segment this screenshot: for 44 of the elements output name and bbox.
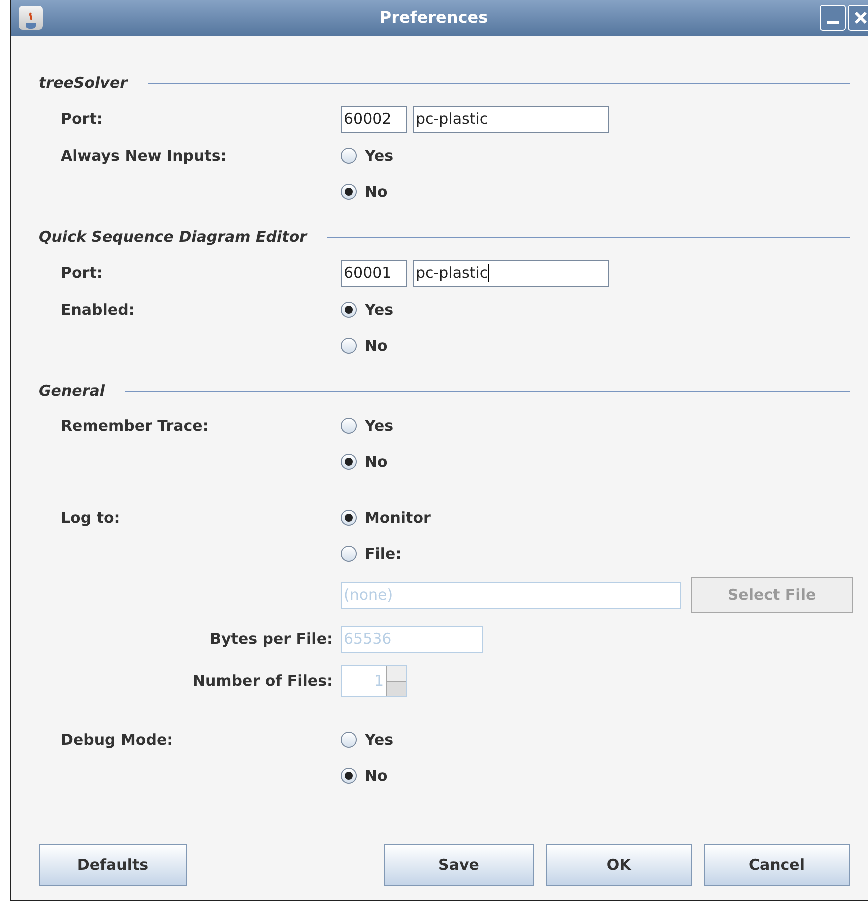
field-label: Always New Inputs: [61, 146, 227, 167]
section-title: General [39, 380, 105, 402]
radio-button[interactable] [341, 768, 357, 784]
dialog-button[interactable]: OK [546, 844, 692, 886]
section-title: treeSolver [39, 72, 128, 94]
radio-button[interactable] [341, 454, 357, 470]
radio-label: Yes [365, 416, 394, 437]
field-label: Log to: [61, 508, 120, 529]
minimize-icon[interactable] [820, 5, 846, 31]
radio-button[interactable] [341, 732, 357, 748]
radio-label: No [365, 766, 388, 787]
dialog-button[interactable]: Save [384, 844, 534, 886]
radio-button[interactable] [341, 148, 357, 164]
section-title: Quick Sequence Diagram Editor [39, 226, 308, 248]
port-field[interactable]: 60002 [341, 106, 407, 132]
radio-button[interactable] [341, 338, 357, 354]
radio-button[interactable] [341, 510, 357, 526]
dialog-button[interactable]: Defaults [39, 844, 187, 886]
field-label: Port: [61, 108, 103, 130]
close-icon[interactable] [848, 5, 868, 31]
window-title: Preferences [378, 7, 490, 29]
radio-label: Monitor [365, 508, 431, 529]
field-label: Remember Trace: [61, 416, 209, 437]
radio-button[interactable] [341, 184, 357, 200]
radio-label: File: [365, 544, 402, 565]
field-label: Number of Files: [192, 670, 333, 692]
dialog-button[interactable]: Cancel [704, 844, 850, 886]
field-label: Port: [61, 262, 103, 284]
field-label: Enabled: [61, 300, 135, 321]
radio-button[interactable] [341, 546, 357, 562]
host-field[interactable]: pc-plastic [413, 260, 609, 286]
radio-label: No [365, 336, 388, 357]
radio-button[interactable] [341, 302, 357, 318]
radio-label: No [365, 452, 388, 473]
radio-label: Yes [365, 730, 394, 751]
radio-button[interactable] [341, 418, 357, 434]
radio-label: Yes [365, 146, 394, 167]
radio-label: No [365, 182, 388, 203]
field-label: Debug Mode: [61, 730, 174, 751]
radio-label: Yes [365, 300, 394, 321]
host-field[interactable]: pc-plastic [413, 106, 609, 132]
app-icon [19, 6, 43, 30]
port-field[interactable]: 60001 [341, 260, 407, 286]
field-label: Bytes per File: [210, 628, 333, 650]
